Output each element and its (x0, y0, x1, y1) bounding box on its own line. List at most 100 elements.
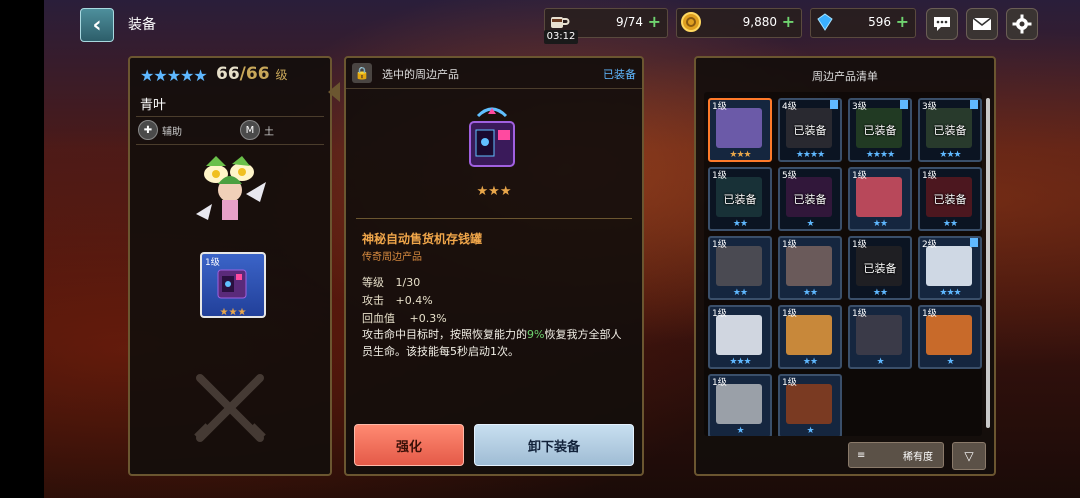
selection-pointer (328, 82, 340, 102)
bookmark-icon (970, 238, 978, 247)
equipped-label: 已装备 (933, 193, 967, 206)
goods-item-stars: ★★ (732, 288, 748, 298)
lock-icon[interactable]: 🔒 (352, 63, 372, 83)
gem-value: 596 (868, 15, 891, 29)
goods-item-stars: ★★★★ (865, 150, 895, 160)
bookmark-icon (900, 100, 908, 109)
goods-detail-panel: 🔒 选中的周边产品 已装备 ★★★ 神秘自动售货机存钱罐 传奇周边产品 等级 1… (344, 56, 644, 476)
sort-button[interactable]: ≡ 稀有度 (848, 442, 944, 468)
goods-item[interactable]: 1级 ★★ (778, 236, 842, 300)
equipped-label: 已装备 (863, 124, 897, 137)
goods-item-level: 1级 (852, 240, 867, 250)
diamond-gem-icon (810, 7, 840, 37)
stat-key: 等级 (362, 276, 384, 289)
goods-item-stars: ★★ (802, 288, 818, 298)
goods-item[interactable]: 1级 ★ (778, 374, 842, 436)
goods-item-level: 1级 (712, 240, 727, 250)
equipped-label: 已装备 (723, 193, 757, 206)
stat-key: 攻击 (362, 294, 384, 307)
gem-resource[interactable]: 596 + (810, 8, 916, 38)
goods-item-stars: ★ (946, 357, 954, 367)
level-max: /66 (239, 64, 270, 84)
goods-item[interactable]: 4级 已装备 ★★★★ (778, 98, 842, 162)
role-tag: ✚ 辅助 (138, 120, 182, 140)
goods-item-art (716, 384, 762, 424)
goods-item-art (786, 246, 832, 286)
goods-item[interactable]: 1级 ★ (918, 305, 982, 369)
top-bar: ‹ 装备 9/74 + 03:12 9,880 + 596 + (44, 0, 1080, 46)
add-gem-icon[interactable]: + (896, 12, 909, 31)
goods-item-art (856, 177, 902, 217)
back-button[interactable]: ‹ (80, 8, 114, 42)
gold-coin-icon (676, 7, 706, 37)
goods-item[interactable]: 1级 ★★★ (708, 98, 772, 162)
goods-item-stars: ★★ (942, 219, 958, 229)
upgrade-button[interactable]: 强化 (354, 424, 464, 466)
coffee-value: 9/74 (616, 15, 643, 29)
goods-item[interactable]: 1级 ★ (708, 374, 772, 436)
add-gold-icon[interactable]: + (782, 12, 795, 31)
desc-highlight: 9% (527, 328, 545, 341)
stat-value: 1/30 (395, 276, 421, 289)
mail-icon[interactable] (966, 8, 998, 40)
equipped-label: 已装备 (933, 124, 967, 137)
goods-grid: 1级 ★★★ 4级 已装备 ★★★★ 3级 已装备 ★★★★ 3级 已装备 ★★★ 1级 已装备 ★★ 5级… (704, 92, 982, 436)
goods-item-stars: ★★ (872, 219, 888, 229)
goods-item-level: 1级 (712, 171, 727, 181)
character-star-rating: ★★★★★ (140, 66, 208, 85)
level-unit: 级 (275, 68, 288, 82)
goods-item[interactable]: 1级 已装备 ★★ (918, 167, 982, 231)
item-name: 神秘自动售货机存钱罐 (362, 232, 483, 246)
sort-label: 稀有度 (903, 451, 933, 463)
stat-attack: 攻击 +0.4% (362, 292, 433, 308)
goods-item-stars: ★★★ (939, 150, 961, 160)
goods-item-stars: ★ (806, 219, 814, 229)
add-coffee-icon[interactable]: + (648, 12, 661, 31)
goods-item[interactable]: 1级 ★ (848, 305, 912, 369)
goods-item[interactable]: 1级 ★★ (708, 236, 772, 300)
goods-item-art (716, 246, 762, 286)
goods-list-panel: 周边产品清单 1级 ★★★ 4级 已装备 ★★★★ 3级 已装备 ★★★★ 3级 已装备 ★★★ 1级… (694, 56, 996, 476)
goods-item-art (786, 315, 832, 355)
goods-item-level: 1级 (712, 102, 727, 112)
equipped-goods-slot[interactable]: 1级 ★★★ (200, 252, 266, 318)
unequip-button[interactable]: 卸下装备 (474, 424, 634, 466)
desc-prefix: 攻击命中目标时，按照恢复能力的 (362, 328, 527, 341)
goods-item-stars: ★★ (802, 357, 818, 367)
slot-stars: ★★★ (219, 307, 247, 318)
detail-header: 🔒 选中的周边产品 已装备 (346, 58, 642, 89)
goods-item[interactable]: 3级 已装备 ★★★ (918, 98, 982, 162)
support-role-icon: ✚ (138, 120, 158, 140)
settings-gear-icon[interactable] (1006, 8, 1038, 40)
goods-item[interactable]: 5级 已装备 ★ (778, 167, 842, 231)
level-current: 66 (216, 64, 240, 84)
character-name: 青叶 (140, 98, 167, 113)
gold-resource[interactable]: 9,880 + (676, 8, 802, 38)
equipped-label: 已装备 (863, 262, 897, 275)
list-scrollbar[interactable] (986, 98, 990, 428)
bookmark-icon (970, 100, 978, 109)
goods-item[interactable]: 1级 ★★ (848, 167, 912, 231)
goods-item-stars: ★★ (872, 288, 888, 298)
element-label: 土 (264, 126, 274, 138)
goods-item-stars: ★★★★ (795, 150, 825, 160)
goods-item[interactable]: 1级已装备 ★★ (848, 236, 912, 300)
goods-item-level: 1级 (782, 309, 797, 319)
goods-item-level: 3级 (852, 102, 867, 112)
goods-item[interactable]: 2级 ★★★ (918, 236, 982, 300)
crossed-swords-icon (194, 374, 266, 442)
goods-item-stars: ★★ (732, 219, 748, 229)
goods-item-art (716, 315, 762, 355)
goods-item-level: 1级 (852, 309, 867, 319)
vending-machine-piggybank-image (469, 107, 515, 167)
goods-item[interactable]: 1级 ★★★ (708, 305, 772, 369)
goods-item[interactable]: 1级 ★★ (778, 305, 842, 369)
item-type: 传奇周边产品 (362, 252, 422, 263)
goods-item[interactable]: 1级已装备 ★★ (708, 167, 772, 231)
bookmark-icon (830, 100, 838, 109)
equipped-label: 已装备 (793, 124, 827, 137)
chat-icon[interactable] (926, 8, 958, 40)
character-sprite (196, 156, 266, 220)
goods-item[interactable]: 3级已装备 ★★★★ (848, 98, 912, 162)
filter-dropdown-icon[interactable]: ▽ (952, 442, 986, 470)
